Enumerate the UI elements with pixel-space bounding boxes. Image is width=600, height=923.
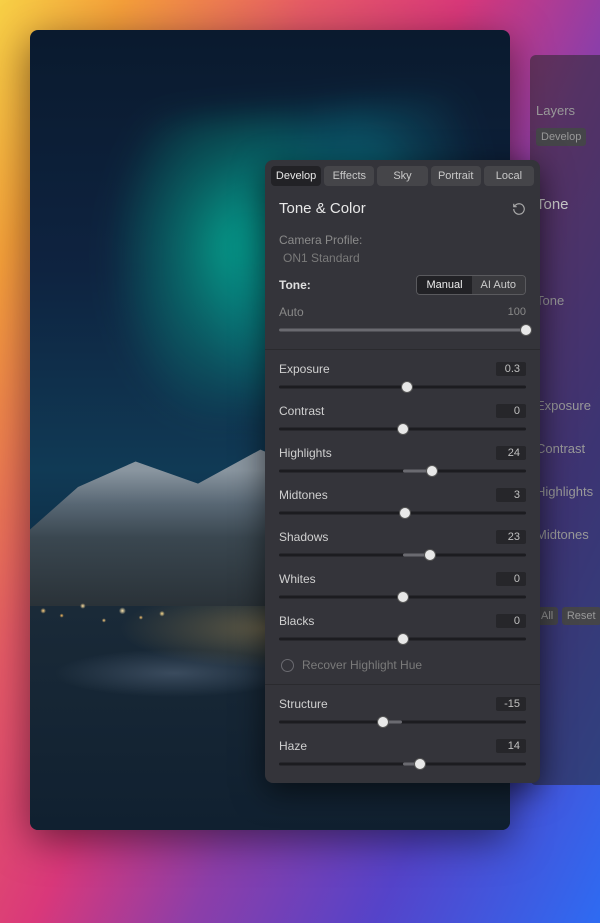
- slider-haze-label: Haze: [279, 739, 307, 753]
- section-title: Tone & Color: [279, 200, 366, 217]
- tone-mode-toggle: ManualAI Auto: [416, 275, 526, 295]
- tone-mode-label: Tone:: [279, 278, 311, 292]
- slider-whites-thumb[interactable]: [397, 591, 409, 603]
- slider-blacks-label: Blacks: [279, 614, 314, 628]
- bg-exposure-label: Exposure: [536, 398, 594, 413]
- slider-contrast-label: Contrast: [279, 404, 324, 418]
- slider-midtones-thumb[interactable]: [399, 507, 411, 519]
- slider-blacks-track[interactable]: [279, 632, 526, 646]
- slider-highlights[interactable]: Highlights 24: [279, 446, 526, 478]
- slider-shadows[interactable]: Shadows 23: [279, 530, 526, 562]
- bg-tone-heading: Tone: [536, 196, 594, 213]
- develop-panel: DevelopEffectsSkyPortraitLocal Tone & Co…: [265, 160, 540, 783]
- slider-structure-label: Structure: [279, 697, 328, 711]
- slider-blacks-value[interactable]: 0: [496, 614, 526, 628]
- slider-shadows-thumb[interactable]: [424, 549, 436, 561]
- slider-auto-value[interactable]: 100: [496, 305, 526, 319]
- slider-highlights-label: Highlights: [279, 446, 332, 460]
- village-lights-overlay: [30, 558, 294, 654]
- slider-haze-track[interactable]: [279, 757, 526, 771]
- bg-contrast-label: Contrast: [536, 441, 594, 456]
- camera-profile-label: Camera Profile:: [279, 233, 526, 247]
- slider-whites-label: Whites: [279, 572, 316, 586]
- slider-blacks-thumb[interactable]: [397, 633, 409, 645]
- divider: [265, 349, 540, 350]
- slider-contrast[interactable]: Contrast 0: [279, 404, 526, 436]
- recover-highlight-hue-label: Recover Highlight Hue: [302, 658, 422, 672]
- slider-exposure-track[interactable]: [279, 380, 526, 394]
- slider-exposure-thumb[interactable]: [401, 381, 413, 393]
- reset-icon[interactable]: [512, 202, 526, 216]
- slider-structure-value[interactable]: -15: [496, 697, 526, 711]
- slider-shadows-track[interactable]: [279, 548, 526, 562]
- tab-portrait[interactable]: Portrait: [431, 166, 481, 186]
- slider-auto-thumb[interactable]: [520, 324, 532, 336]
- slider-contrast-value[interactable]: 0: [496, 404, 526, 418]
- slider-haze[interactable]: Haze 14: [279, 739, 526, 771]
- slider-exposure-value[interactable]: 0.3: [496, 362, 526, 376]
- bg-layers-label: Layers: [536, 103, 594, 118]
- tab-develop[interactable]: Develop: [271, 166, 321, 186]
- camera-profile-value[interactable]: ON1 Standard: [283, 251, 526, 265]
- slider-contrast-thumb[interactable]: [397, 423, 409, 435]
- background-panel: Layers Develop Tone Tone Exposure Contra…: [530, 55, 600, 785]
- slider-whites-track[interactable]: [279, 590, 526, 604]
- slider-shadows-label: Shadows: [279, 530, 328, 544]
- slider-structure-track[interactable]: [279, 715, 526, 729]
- tab-sky[interactable]: Sky: [377, 166, 427, 186]
- slider-exposure[interactable]: Exposure 0.3: [279, 362, 526, 394]
- divider: [265, 684, 540, 685]
- slider-structure[interactable]: Structure -15: [279, 697, 526, 729]
- slider-blacks[interactable]: Blacks 0: [279, 614, 526, 646]
- section-header: Tone & Color: [265, 192, 540, 221]
- slider-whites[interactable]: Whites 0: [279, 572, 526, 604]
- slider-haze-thumb[interactable]: [414, 758, 426, 770]
- bg-highlights-label: Highlights: [536, 484, 594, 499]
- slider-auto[interactable]: Auto 100: [279, 305, 526, 337]
- slider-haze-value[interactable]: 14: [496, 739, 526, 753]
- checkbox-circle-icon[interactable]: [281, 659, 294, 672]
- slider-midtones-label: Midtones: [279, 488, 328, 502]
- bg-midtones-label: Midtones: [536, 527, 594, 542]
- tab-local[interactable]: Local: [484, 166, 534, 186]
- panel-body: Camera Profile: ON1 Standard Tone: Manua…: [265, 221, 540, 771]
- tab-effects[interactable]: Effects: [324, 166, 374, 186]
- slider-highlights-track[interactable]: [279, 464, 526, 478]
- recover-highlight-hue-checkbox[interactable]: Recover Highlight Hue: [281, 658, 526, 672]
- slider-midtones[interactable]: Midtones 3: [279, 488, 526, 520]
- bg-tone-label: Tone: [536, 293, 594, 308]
- slider-auto-label: Auto: [279, 305, 304, 319]
- slider-auto-track[interactable]: [279, 323, 526, 337]
- slider-contrast-track[interactable]: [279, 422, 526, 436]
- slider-midtones-value[interactable]: 3: [496, 488, 526, 502]
- slider-midtones-track[interactable]: [279, 506, 526, 520]
- slider-exposure-label: Exposure: [279, 362, 330, 376]
- slider-shadows-value[interactable]: 23: [496, 530, 526, 544]
- slider-whites-value[interactable]: 0: [496, 572, 526, 586]
- bg-develop-chip: Develop: [536, 128, 586, 146]
- tab-bar: DevelopEffectsSkyPortraitLocal: [265, 160, 540, 192]
- slider-highlights-thumb[interactable]: [426, 465, 438, 477]
- bg-reset-chip: Reset: [562, 607, 600, 625]
- tone-mode-manual-button[interactable]: Manual: [417, 276, 471, 294]
- slider-highlights-value[interactable]: 24: [496, 446, 526, 460]
- tone-mode-ai_auto-button[interactable]: AI Auto: [472, 276, 525, 294]
- slider-structure-thumb[interactable]: [377, 716, 389, 728]
- tone-mode-row: Tone: ManualAI Auto: [279, 275, 526, 295]
